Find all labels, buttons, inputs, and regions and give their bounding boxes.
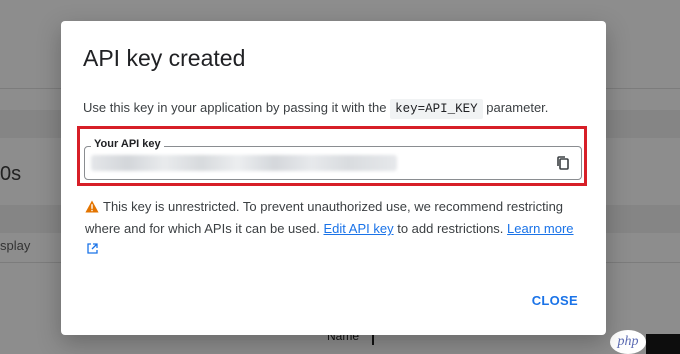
learn-more-label: Learn more xyxy=(507,221,574,236)
description-text: Use this key in your application by pass… xyxy=(83,100,387,115)
edit-api-key-link[interactable]: Edit API key xyxy=(323,221,393,236)
dialog-title: API key created xyxy=(83,45,246,71)
api-key-label: Your API key xyxy=(91,138,164,150)
background-heading: 0s xyxy=(0,163,22,185)
open-in-new-icon xyxy=(87,240,98,260)
warning-icon xyxy=(85,199,99,219)
copy-icon[interactable] xyxy=(555,155,571,171)
description-code: key=API_KEY xyxy=(390,99,483,119)
close-button[interactable]: CLOSE xyxy=(532,293,578,308)
background-cell: splay xyxy=(0,238,31,253)
api-key-dialog: API key created Use this key in your app… xyxy=(61,21,606,335)
dialog-description: Use this key in your application by pass… xyxy=(83,99,549,119)
api-key-field[interactable]: Your API key xyxy=(84,138,582,180)
unrestricted-warning: This key is unrestricted. To prevent una… xyxy=(85,197,585,260)
corner-strip xyxy=(646,334,680,354)
api-key-value[interactable] xyxy=(91,155,397,171)
description-text-end: parameter. xyxy=(486,100,549,115)
warning-text-end: to add restrictions. xyxy=(397,221,504,236)
watermark-logo: php xyxy=(610,330,646,354)
